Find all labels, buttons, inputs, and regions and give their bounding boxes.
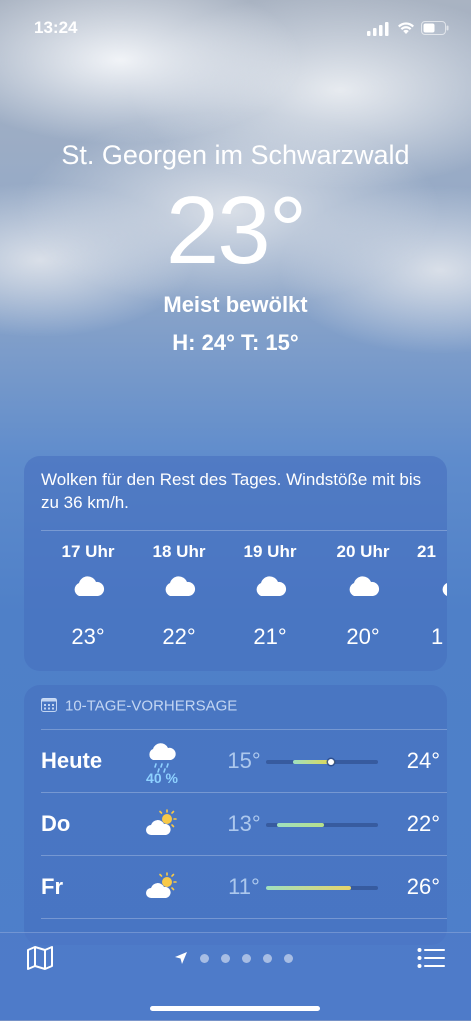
hour-temp: 21° bbox=[253, 624, 287, 649]
divider bbox=[41, 530, 447, 531]
page-indicator[interactable] bbox=[174, 951, 293, 965]
temperature-range-bar bbox=[266, 823, 378, 827]
wifi-icon bbox=[398, 22, 414, 34]
high-low-temperature: H: 24° T: 15° bbox=[172, 330, 299, 355]
cloud-icon bbox=[256, 576, 287, 596]
bottom-toolbar bbox=[0, 932, 471, 1021]
page-dot bbox=[221, 953, 230, 963]
forecast-low: 15° bbox=[227, 748, 261, 773]
forecast-header: 10-TAGE-VORHERSAGE bbox=[41, 697, 237, 716]
forecast-row[interactable]: Heute 40 % 15° 24° bbox=[24, 730, 447, 792]
hour-time: 21 bbox=[417, 542, 436, 561]
page-dot bbox=[263, 953, 272, 963]
hour-temp: 20° bbox=[346, 624, 380, 649]
list-icon[interactable] bbox=[417, 947, 445, 969]
temperature-range-bar bbox=[266, 886, 378, 890]
current-condition: Meist bewölkt bbox=[163, 292, 308, 317]
hour-time: 18 Uhr bbox=[152, 542, 206, 561]
map-icon[interactable] bbox=[26, 945, 54, 971]
cloud-icon bbox=[442, 583, 447, 596]
page-dot bbox=[284, 953, 293, 963]
forecast-high: 24° bbox=[406, 748, 440, 773]
forecast-high: 22° bbox=[406, 811, 440, 836]
hourly-scroll[interactable]: r 17 Uhr 23° 18 Uhr 22° 19 Uhr 21° 20 Uh… bbox=[24, 542, 447, 662]
temperature-range-bar bbox=[266, 759, 378, 765]
calendar-icon bbox=[41, 698, 57, 712]
hour-time: 19 Uhr bbox=[243, 542, 297, 561]
cloud-icon bbox=[165, 576, 196, 596]
forecast-high: 26° bbox=[406, 874, 440, 899]
hour-temp: 22° bbox=[162, 624, 196, 649]
forecast-day: Fr bbox=[41, 874, 63, 899]
divider bbox=[41, 918, 447, 919]
ten-day-forecast-card[interactable]: 10-TAGE-VORHERSAGE Heute 40 % 15° 24° Do bbox=[24, 685, 447, 945]
forecast-row[interactable]: Fr 11° 26° bbox=[24, 856, 447, 918]
hour-item: 18 Uhr 22° bbox=[144, 542, 214, 650]
forecast-header-label: 10-TAGE-VORHERSAGE bbox=[65, 697, 238, 715]
hour-time: 17 Uhr bbox=[61, 542, 115, 561]
cellular-signal-icon bbox=[367, 22, 389, 36]
hour-temp: 1 bbox=[431, 624, 444, 649]
hourly-forecast-card[interactable]: Wolken für den Rest des Tages. Windstöße… bbox=[24, 456, 447, 671]
hourly-summary: Wolken für den Rest des Tages. Windstöße… bbox=[41, 470, 422, 512]
forecast-low: 13° bbox=[227, 811, 261, 836]
location-arrow-icon bbox=[175, 952, 187, 964]
battery-icon bbox=[421, 21, 449, 35]
location-name: St. Georgen im Schwarzwald bbox=[61, 140, 410, 170]
cloud-icon bbox=[74, 576, 105, 596]
cloud-icon bbox=[349, 576, 380, 596]
forecast-row[interactable]: Do 13° 22° bbox=[24, 793, 447, 855]
hour-item: 19 Uhr 21° bbox=[235, 542, 305, 650]
page-dot bbox=[200, 953, 209, 963]
partly-sunny-icon bbox=[146, 872, 177, 898]
status-bar: 13:24 bbox=[0, 0, 471, 56]
forecast-low: 11° bbox=[228, 874, 260, 899]
page-dot bbox=[242, 953, 251, 963]
current-temperature-marker bbox=[327, 759, 334, 765]
hour-temp: 23° bbox=[71, 624, 105, 649]
temperature-range-fill bbox=[277, 823, 325, 827]
temperature-range-fill bbox=[266, 886, 352, 890]
status-time: 13:24 bbox=[34, 18, 78, 37]
hour-item: r bbox=[24, 542, 40, 568]
hour-item: 21 1 bbox=[417, 542, 447, 650]
hour-time: 20 Uhr bbox=[336, 542, 390, 561]
hour-item: 20 Uhr 20° bbox=[328, 542, 398, 650]
forecast-day: Heute bbox=[41, 748, 103, 773]
precipitation-chance: 40 % bbox=[146, 770, 178, 786]
hour-item: 17 Uhr 23° bbox=[53, 542, 123, 650]
partly-sunny-icon bbox=[146, 809, 177, 835]
home-indicator[interactable] bbox=[150, 1006, 320, 1011]
forecast-day: Do bbox=[41, 811, 71, 836]
current-temperature: 23° bbox=[165, 177, 307, 284]
